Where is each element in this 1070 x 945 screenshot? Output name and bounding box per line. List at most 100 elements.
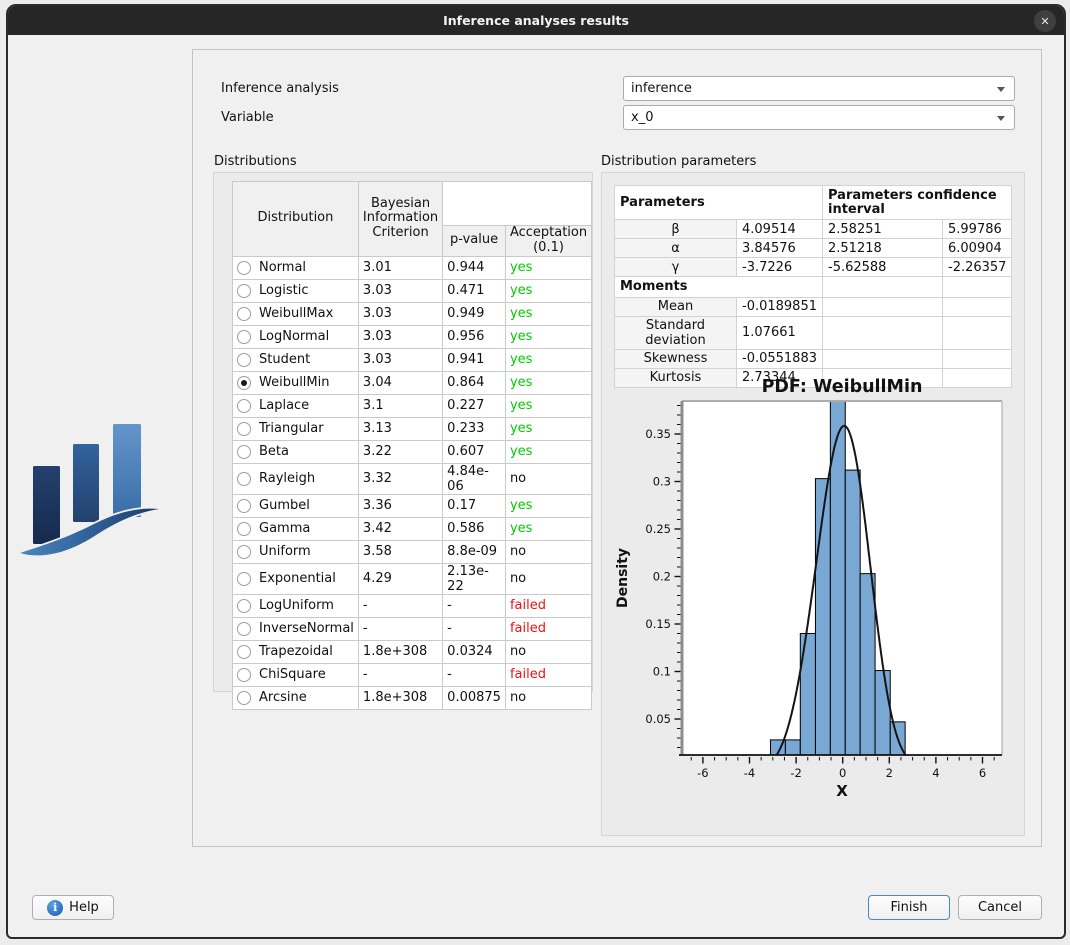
svg-text:6: 6 <box>979 766 986 780</box>
cancel-button[interactable]: Cancel <box>958 895 1042 920</box>
dist-row[interactable]: Arcsine1.8e+3080.00875no <box>233 686 592 709</box>
radio-button-Gumbel[interactable] <box>237 499 251 513</box>
param-label-cell: γ <box>615 258 737 277</box>
dist-name-label: LogUniform <box>259 598 334 613</box>
radio-button-Rayleigh[interactable] <box>237 472 251 486</box>
radio-button-Uniform[interactable] <box>237 545 251 559</box>
radio-button-InverseNormal[interactable] <box>237 622 251 636</box>
dist-acceptation-cell: failed <box>505 663 591 686</box>
dist-row[interactable]: Normal3.010.944yes <box>233 256 592 279</box>
dist-bic-cell: 3.03 <box>358 279 442 302</box>
dist-pvalue-cell: 0.233 <box>443 417 506 440</box>
radio-button-Normal[interactable] <box>237 261 251 275</box>
radio-button-Student[interactable] <box>237 353 251 367</box>
dist-row[interactable]: ChiSquare--failed <box>233 663 592 686</box>
dist-acceptation-cell: yes <box>505 417 591 440</box>
dist-row[interactable]: Gamma3.420.586yes <box>233 517 592 540</box>
radio-button-Beta[interactable] <box>237 445 251 459</box>
dist-bic-cell: 3.03 <box>358 325 442 348</box>
help-button[interactable]: i Help <box>32 895 114 920</box>
dist-row[interactable]: Laplace3.10.227yes <box>233 394 592 417</box>
inference-analysis-select[interactable]: inference <box>623 76 1015 101</box>
chart-title: PDF: WeibullMin <box>762 377 923 397</box>
radio-button-LogNormal[interactable] <box>237 330 251 344</box>
dist-row[interactable]: Student3.030.941yes <box>233 348 592 371</box>
finish-button[interactable]: Finish <box>868 895 950 920</box>
dist-bic-cell: 1.8e+308 <box>358 686 442 709</box>
dist-name-label: Exponential <box>259 571 336 586</box>
dist-name-cell: Trapezoidal <box>233 640 359 663</box>
titlebar[interactable]: Inference analyses results ✕ <box>8 6 1064 35</box>
dist-name-cell: Gamma <box>233 517 359 540</box>
dist-acceptation-cell: yes <box>505 394 591 417</box>
dist-row[interactable]: WeibullMin3.040.864yes <box>233 371 592 394</box>
col-header-distribution[interactable]: Distribution <box>233 182 359 257</box>
radio-button-Laplace[interactable] <box>237 399 251 413</box>
dist-row[interactable]: Gumbel3.360.17yes <box>233 494 592 517</box>
radio-button-Trapezoidal[interactable] <box>237 645 251 659</box>
dist-pvalue-cell: - <box>443 594 506 617</box>
moment-empty-cell <box>823 316 943 349</box>
dist-row[interactable]: LogUniform--failed <box>233 594 592 617</box>
dist-acceptation-cell: yes <box>505 371 591 394</box>
dist-acceptation-cell: yes <box>505 440 591 463</box>
variable-label: Variable <box>221 110 274 125</box>
col-header-acceptation[interactable]: Acceptation (0.1) <box>505 226 591 257</box>
dist-pvalue-cell: 0.471 <box>443 279 506 302</box>
dist-row[interactable]: Exponential4.292.13e-22no <box>233 563 592 594</box>
dist-row[interactable]: LogNormal3.030.956yes <box>233 325 592 348</box>
radio-button-WeibullMin[interactable] <box>237 376 251 390</box>
svg-text:0.1: 0.1 <box>653 665 671 679</box>
dist-row[interactable]: Logistic3.030.471yes <box>233 279 592 302</box>
svg-text:-2: -2 <box>790 766 801 780</box>
dist-bic-cell: - <box>358 594 442 617</box>
moment-empty-cell <box>943 349 1012 368</box>
dist-pvalue-cell: 0.17 <box>443 494 506 517</box>
radio-button-ChiSquare[interactable] <box>237 668 251 682</box>
chevron-down-icon <box>997 87 1005 92</box>
radio-button-Logistic[interactable] <box>237 284 251 298</box>
dist-row[interactable]: Uniform3.588.8e-09no <box>233 540 592 563</box>
chevron-down-icon <box>997 116 1005 121</box>
col-header-pvalue[interactable]: p-value <box>443 226 506 257</box>
close-button[interactable]: ✕ <box>1034 10 1056 32</box>
radio-button-LogUniform[interactable] <box>237 599 251 613</box>
param-ci-low-cell: -5.62588 <box>823 258 943 277</box>
dist-row[interactable]: Trapezoidal1.8e+3080.0324no <box>233 640 592 663</box>
dist-pvalue-cell: 0.941 <box>443 348 506 371</box>
finish-button-label: Finish <box>890 900 927 915</box>
radio-button-Exponential[interactable] <box>237 572 251 586</box>
param-ci-high-cell: 5.99786 <box>943 220 1012 239</box>
dist-acceptation-cell: failed <box>505 594 591 617</box>
dist-name-label: Gumbel <box>259 498 310 513</box>
inference-analysis-label: Inference analysis <box>221 81 339 96</box>
param-ci-low-cell: 2.58251 <box>823 220 943 239</box>
dist-name-label: Student <box>259 352 310 367</box>
param-label-cell: β <box>615 220 737 239</box>
distributions-table[interactable]: Distribution Bayesian Information Criter… <box>232 181 592 710</box>
moment-row: Mean-0.0189851 <box>615 297 1012 316</box>
dist-pvalue-cell: - <box>443 617 506 640</box>
dist-row[interactable]: Beta3.220.607yes <box>233 440 592 463</box>
dist-row[interactable]: Rayleigh3.324.84e-06no <box>233 463 592 494</box>
dist-bic-cell: 4.29 <box>358 563 442 594</box>
radio-button-Gamma[interactable] <box>237 522 251 536</box>
moment-value-cell: 1.07661 <box>737 316 823 349</box>
param-value-cell: 3.84576 <box>737 239 823 258</box>
col-header-bic[interactable]: Bayesian Information Criterion <box>358 182 442 257</box>
radio-button-Triangular[interactable] <box>237 422 251 436</box>
dist-row[interactable]: WeibullMax3.030.949yes <box>233 302 592 325</box>
moment-value-cell: -0.0551883 <box>737 349 823 368</box>
variable-select[interactable]: x_0 <box>623 105 1015 130</box>
dist-bic-cell: - <box>358 663 442 686</box>
info-icon: i <box>47 900 63 916</box>
dist-row[interactable]: InverseNormal--failed <box>233 617 592 640</box>
radio-button-Arcsine[interactable] <box>237 691 251 705</box>
dist-pvalue-cell: 0.949 <box>443 302 506 325</box>
dist-row[interactable]: Triangular3.130.233yes <box>233 417 592 440</box>
svg-text:2: 2 <box>886 766 893 780</box>
y-axis-label: Density <box>615 548 631 608</box>
param-ci-high-cell: -2.26357 <box>943 258 1012 277</box>
radio-button-WeibullMax[interactable] <box>237 307 251 321</box>
x-axis-label: X <box>836 782 848 800</box>
